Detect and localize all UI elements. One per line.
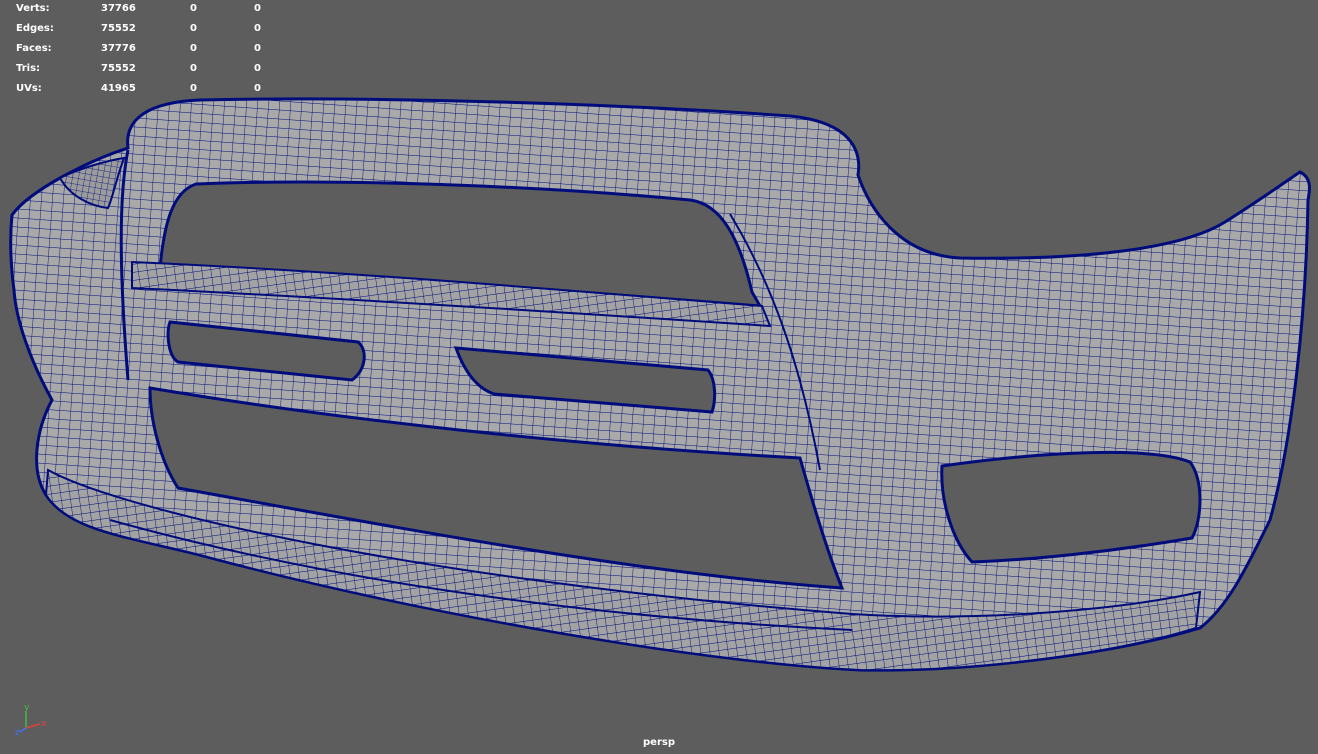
perspective-viewport[interactable]: Verts: 37766 0 0 Edges: 75552 0 0 Faces:… [0,0,1318,754]
camera-name-label: persp [643,737,675,748]
hud-value: 0 [254,63,261,74]
hud-row-verts: Verts: 37766 0 0 [0,2,270,16]
hud-value: 0 [190,23,197,34]
hud-row-edges: Edges: 75552 0 0 [0,22,270,36]
hud-value: 41965 [101,83,136,94]
x-axis-letter: x [41,719,47,729]
hud-value: 37776 [101,43,136,54]
hud-value: 0 [254,83,261,94]
hud-value: 0 [190,83,197,94]
hud-row-tris: Tris: 75552 0 0 [0,62,270,76]
x-axis-line [25,723,41,729]
hud-value: 0 [254,23,261,34]
view-axis-gizmo-icon: y x z [15,703,47,738]
y-axis-letter: y [24,703,30,713]
hud-row-faces: Faces: 37776 0 0 [0,42,270,56]
hud-value: 0 [254,3,261,14]
hud-label: Verts: [16,3,50,14]
hud-value: 0 [190,43,197,54]
hud-value: 0 [190,63,197,74]
hud-value: 75552 [101,23,136,34]
bumper-wireframe-mesh[interactable] [0,0,1318,754]
hud-label: Faces: [16,43,52,54]
z-axis-line [19,727,27,733]
hud-value: 0 [254,43,261,54]
hud-label: UVs: [16,83,42,94]
hud-label: Tris: [16,63,41,74]
hud-value: 0 [190,3,197,14]
hud-value: 37766 [101,3,136,14]
hud-row-uvs: UVs: 41965 0 0 [0,82,270,96]
hud-label: Edges: [16,23,54,34]
hud-value: 75552 [101,63,136,74]
